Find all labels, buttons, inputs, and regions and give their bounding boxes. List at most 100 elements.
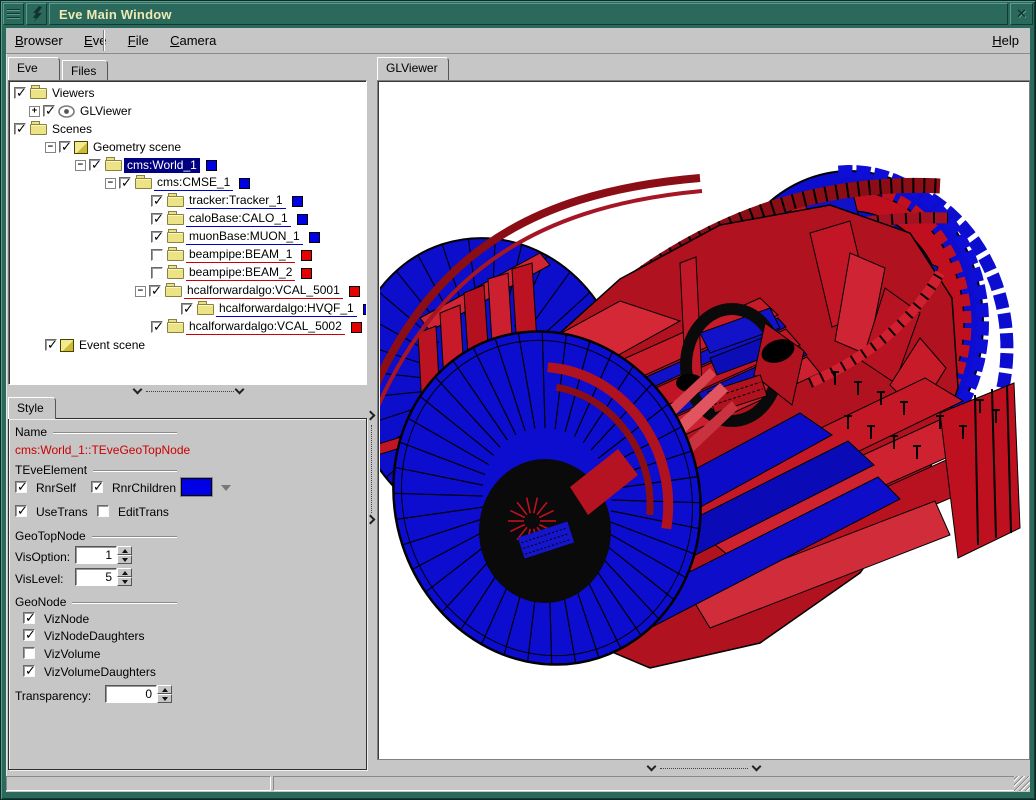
tree-item[interactable]: − hcalforwardalgo:VCAL_5001 <box>9 282 366 300</box>
tree-checkbox[interactable] <box>151 249 163 261</box>
usetrans-checkbox[interactable] <box>15 505 27 517</box>
vislevel-spinner[interactable] <box>117 568 132 586</box>
window-menu-button[interactable] <box>3 3 24 25</box>
geonode-group-label: GeoNode <box>15 595 66 609</box>
vizvolume-checkbox[interactable] <box>23 647 35 659</box>
color-chip[interactable] <box>309 232 320 243</box>
panel-splitter[interactable] <box>367 80 377 770</box>
tree-checkbox[interactable] <box>14 123 26 135</box>
app-lightning-icon <box>26 3 47 25</box>
tree-item[interactable]: Event scene <box>9 336 366 354</box>
transparency-spinner[interactable] <box>157 685 172 703</box>
vizvolumedaughters-checkbox[interactable] <box>23 665 35 677</box>
viznodedaughters-checkbox[interactable] <box>23 629 35 641</box>
rnrchildren-checkbox[interactable] <box>91 481 103 493</box>
menu-file[interactable]: File <box>119 28 158 52</box>
name-group-label: Name <box>15 425 47 439</box>
color-swatch-button[interactable] <box>181 478 212 496</box>
tree-item[interactable]: hcalforwardalgo:HVQF_1 <box>9 300 366 318</box>
color-dropdown-arrow-icon[interactable] <box>221 485 231 491</box>
tree-item[interactable]: beampipe:BEAM_2 <box>9 264 366 282</box>
titlebar[interactable]: Eve Main Window <box>49 3 1008 25</box>
menu-help[interactable]: Help <box>983 28 1028 52</box>
folder-icon <box>167 250 184 261</box>
tree-item-label[interactable]: Viewers <box>49 86 97 101</box>
tree-item-label[interactable]: Scenes <box>49 122 95 137</box>
tree-item[interactable]: − Geometry scene <box>9 138 366 156</box>
tree-item[interactable]: muonBase:MUON_1 <box>9 228 366 246</box>
tree-item-label[interactable]: muonBase:MUON_1 <box>186 229 303 245</box>
tree-checkbox[interactable] <box>181 303 193 315</box>
tree-item[interactable]: Scenes <box>9 120 366 138</box>
visoption-input[interactable] <box>75 546 117 564</box>
transparency-input[interactable] <box>105 685 157 703</box>
tree-item[interactable]: + GLViewer <box>9 102 366 120</box>
tree-view[interactable]: Viewers+GLViewerScenes−Geometry scene−cm… <box>8 80 367 385</box>
tree-item[interactable]: caloBase:CALO_1 <box>9 210 366 228</box>
tree-item-label[interactable]: cms:CMSE_1 <box>154 175 233 191</box>
visoption-spinner[interactable] <box>117 546 132 564</box>
tree-checkbox[interactable] <box>151 195 163 207</box>
tree-item-label[interactable]: Event scene <box>76 338 148 353</box>
color-chip[interactable] <box>206 160 217 171</box>
menubar: Browser Eve File Camera Help <box>6 28 1030 54</box>
gl-viewport[interactable] <box>377 80 1030 760</box>
collapse-icon[interactable]: − <box>135 286 146 297</box>
menu-browser[interactable]: Browser <box>6 28 72 52</box>
tree-item-label[interactable]: cms:World_1 <box>124 158 200 173</box>
viznode-checkbox[interactable] <box>23 612 35 624</box>
element-name-value: cms:World_1::TEveGeoTopNode <box>15 443 190 457</box>
tree-checkbox[interactable] <box>151 267 163 279</box>
edittrans-checkbox[interactable] <box>97 505 109 517</box>
tab-glviewer[interactable]: GLViewer <box>377 57 449 80</box>
tree-item-label[interactable]: beampipe:BEAM_2 <box>186 265 295 281</box>
tree-checkbox[interactable] <box>149 285 161 297</box>
tree-item-label[interactable]: hcalforwardalgo:VCAL_5001 <box>184 283 343 299</box>
tree-checkbox[interactable] <box>119 177 131 189</box>
tab-files[interactable]: Files <box>62 60 108 80</box>
tree-item-label[interactable]: hcalforwardalgo:HVQF_1 <box>216 301 357 317</box>
tree-item[interactable]: − cms:World_1 <box>9 156 366 174</box>
tree-item-label[interactable]: Geometry scene <box>90 140 184 155</box>
tree-item[interactable]: tracker:Tracker_1 <box>9 192 366 210</box>
tree-item[interactable]: beampipe:BEAM_1 <box>9 246 366 264</box>
tree-checkbox[interactable] <box>89 159 101 171</box>
tree-checkbox[interactable] <box>151 321 163 333</box>
collapse-icon[interactable]: − <box>75 160 86 171</box>
color-chip[interactable] <box>292 196 303 207</box>
tree-checkbox[interactable] <box>14 87 26 99</box>
folder-icon <box>30 88 47 99</box>
tree-item[interactable]: hcalforwardalgo:VCAL_5002 <box>9 318 366 336</box>
tree-splitter[interactable] <box>8 385 367 397</box>
tree-checkbox[interactable] <box>59 141 71 153</box>
tree-checkbox[interactable] <box>151 213 163 225</box>
tree-item-label[interactable]: hcalforwardalgo:VCAL_5002 <box>186 319 345 335</box>
expand-icon[interactable]: + <box>29 106 40 117</box>
tree-item-label[interactable]: caloBase:CALO_1 <box>186 211 291 227</box>
tree-item[interactable]: Viewers <box>9 84 366 102</box>
color-chip[interactable] <box>351 322 362 333</box>
menu-eve[interactable]: Eve <box>75 28 115 52</box>
tab-eve[interactable]: Eve <box>8 57 60 80</box>
color-chip[interactable] <box>239 178 250 189</box>
menu-camera[interactable]: Camera <box>161 28 225 52</box>
tree-item-label[interactable]: tracker:Tracker_1 <box>186 193 286 209</box>
tree-item-label[interactable]: beampipe:BEAM_1 <box>186 247 295 263</box>
tree-checkbox[interactable] <box>151 231 163 243</box>
tree-checkbox[interactable] <box>45 339 57 351</box>
color-chip[interactable] <box>301 268 312 279</box>
color-chip[interactable] <box>301 250 312 261</box>
tree-item-label[interactable]: GLViewer <box>77 104 135 119</box>
color-chip[interactable] <box>349 286 360 297</box>
color-chip[interactable] <box>297 214 308 225</box>
glviewer-splitter[interactable] <box>377 762 1030 774</box>
vislevel-input[interactable] <box>75 568 117 586</box>
resize-grip[interactable] <box>1014 776 1030 791</box>
rnrself-checkbox[interactable] <box>15 481 27 493</box>
tree-checkbox[interactable] <box>43 105 55 117</box>
tab-style[interactable]: Style <box>8 397 56 419</box>
collapse-icon[interactable]: − <box>45 142 56 153</box>
collapse-icon[interactable]: − <box>105 178 116 189</box>
tree-item[interactable]: − cms:CMSE_1 <box>9 174 366 192</box>
close-button[interactable]: ✕ <box>1010 3 1033 25</box>
